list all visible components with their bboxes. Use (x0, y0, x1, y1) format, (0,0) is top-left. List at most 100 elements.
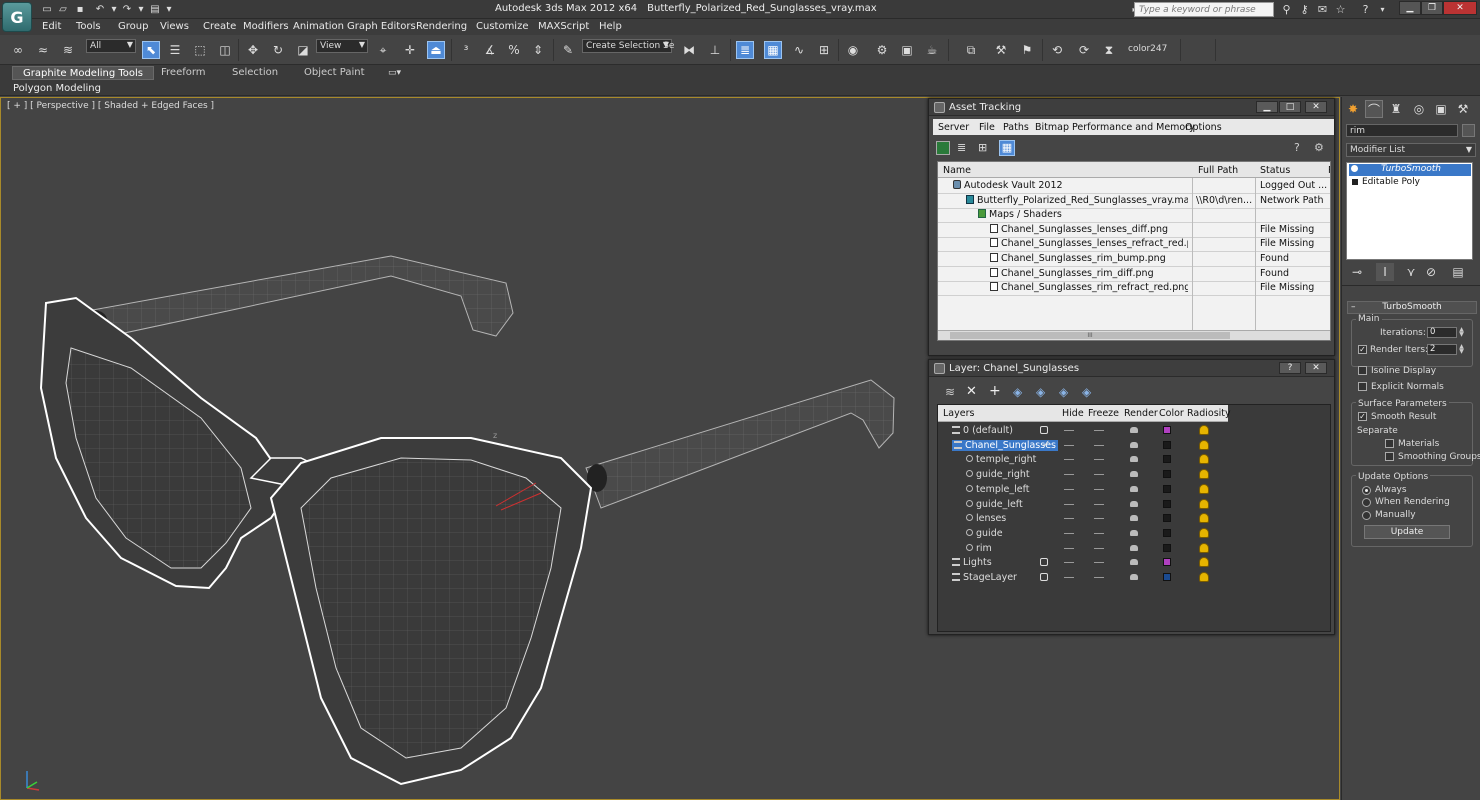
radiosity-icon[interactable] (1199, 483, 1209, 494)
hide-toggle[interactable] (1040, 573, 1048, 581)
display-tab-icon[interactable]: ▣ (1432, 100, 1450, 118)
render-production-icon[interactable]: ☕ (923, 41, 941, 59)
rendered-frame-window-icon[interactable]: ▣ (898, 41, 916, 59)
spinner-arrows-icon[interactable]: ▲ ▼ (1458, 344, 1465, 355)
dialog-close-button[interactable]: ✕ (1305, 362, 1327, 374)
render-teapot-icon[interactable] (1130, 574, 1138, 580)
table-view-icon[interactable]: ▦ (999, 140, 1015, 156)
vray-tool-2-icon[interactable]: ⟳ (1075, 41, 1093, 59)
menu-rendering[interactable]: Rendering (416, 21, 467, 32)
render-teapot-icon[interactable] (1130, 441, 1138, 448)
scene-explorer-icon[interactable]: ⧉ (962, 41, 980, 59)
mirror-icon[interactable]: ⧓ (680, 41, 698, 59)
layer-color-swatch[interactable] (1163, 528, 1171, 537)
freeze-dash[interactable] (1094, 562, 1104, 564)
window-crossing-icon[interactable]: ◫ (216, 41, 234, 59)
favorites-star-icon[interactable]: ☆ (1333, 2, 1348, 17)
extras-icon[interactable]: ⚒ (992, 41, 1010, 59)
col-p[interactable]: P (1328, 165, 1330, 176)
menu-tools[interactable]: Tools (76, 21, 101, 32)
spinner-arrows-icon[interactable]: ▲ ▼ (1458, 327, 1465, 338)
scroll-thumb[interactable]: III (950, 332, 1230, 339)
layer-row[interactable]: Lights (938, 556, 1228, 570)
hide-dash[interactable] (1064, 488, 1074, 490)
freeze-dash[interactable] (1094, 430, 1104, 431)
menu-create[interactable]: Create (203, 21, 236, 32)
minimize-button[interactable]: ▁ (1399, 1, 1421, 15)
new-file-icon[interactable]: ▭ (40, 2, 54, 16)
hide-all-layers-icon[interactable]: ◈ (1059, 385, 1068, 399)
render-teapot-icon[interactable] (1130, 471, 1138, 478)
layer-color-swatch[interactable] (1163, 455, 1171, 464)
table-row[interactable]: Chanel_Sunglasses_rim_bump.png Found (938, 252, 1330, 267)
object-row[interactable]: temple_left (938, 483, 1228, 497)
delete-layer-icon[interactable]: ✕ (966, 384, 977, 399)
smooth-result-checkbox[interactable]: ✓ (1358, 412, 1367, 421)
curve-editor-icon[interactable]: ∿ (790, 41, 808, 59)
col-radiosity[interactable]: Radiosity (1187, 408, 1231, 419)
remove-modifier-icon[interactable]: ⊘ (1422, 263, 1440, 281)
object-row[interactable]: guide_left (938, 498, 1228, 512)
asset-tracking-grid[interactable]: Name Full Path Status P Autodesk Vault 2… (937, 161, 1331, 341)
infocenter-search-input[interactable]: Type a keyword or phrase (1134, 2, 1274, 17)
radiosity-icon[interactable] (1199, 425, 1209, 435)
menu-customize[interactable]: Customize (476, 21, 529, 32)
menu-maxscript[interactable]: MAXScript (538, 21, 589, 32)
bulb-icon[interactable] (1351, 165, 1358, 172)
hide-dash[interactable] (1064, 547, 1074, 549)
open-file-icon[interactable]: ▱ (56, 2, 70, 16)
freeze-dash[interactable] (1094, 577, 1104, 578)
align-icon[interactable]: ⊥ (706, 41, 724, 59)
material-editor-icon[interactable]: ◉ (844, 41, 862, 59)
expand-icon[interactable] (1352, 179, 1358, 185)
menu-group[interactable]: Group (118, 21, 148, 32)
layer-list[interactable]: Layers Hide Freeze Render Color Radiosit… (937, 404, 1331, 632)
radiosity-icon[interactable] (1199, 557, 1209, 568)
asset-tracking-title-bar[interactable]: Asset Tracking ▁ □ ✕ (929, 99, 1334, 116)
pivot-center-icon[interactable]: ⌖ (374, 41, 392, 59)
spinner-snap-icon[interactable]: ⇕ (529, 41, 547, 59)
modifier-list-dropdown[interactable]: Modifier List ▼ (1346, 143, 1476, 157)
at-menu-bitmap-performance[interactable]: Bitmap Performance and Memory (1035, 122, 1195, 133)
qat-dropdown-icon[interactable]: ▾ (162, 2, 176, 16)
render-teapot-icon[interactable] (1130, 456, 1138, 463)
angle-snap-icon[interactable]: ∡ (481, 41, 499, 59)
freeze-dash[interactable] (1094, 488, 1104, 490)
layer-color-swatch[interactable] (1163, 440, 1171, 449)
menu-animation[interactable]: Animation (293, 21, 344, 32)
object-row[interactable]: guide_right (938, 468, 1228, 482)
layer-color-swatch[interactable] (1163, 499, 1171, 508)
object-row[interactable]: temple_right (938, 453, 1228, 467)
menu-help[interactable]: Help (599, 21, 622, 32)
dialog-help-button[interactable]: ? (1279, 362, 1301, 374)
radiosity-icon[interactable] (1199, 527, 1209, 538)
tree-view-icon[interactable]: ⊞ (978, 141, 992, 155)
select-and-move-icon[interactable]: ✥ (244, 41, 262, 59)
hide-dash[interactable] (1064, 444, 1074, 446)
redo-dropdown-icon[interactable]: ▾ (134, 2, 148, 16)
manually-radio[interactable] (1362, 511, 1371, 520)
radiosity-icon[interactable] (1199, 454, 1209, 465)
render-teapot-icon[interactable] (1130, 427, 1138, 433)
radiosity-icon[interactable] (1199, 469, 1209, 480)
render-teapot-icon[interactable] (1130, 500, 1138, 507)
help-icon[interactable]: ? (1358, 2, 1373, 17)
col-name[interactable]: Name (943, 165, 971, 176)
hide-dash[interactable] (1064, 503, 1074, 505)
freeze-dash[interactable] (1094, 444, 1104, 446)
menu-edit[interactable]: Edit (42, 21, 61, 32)
menu-graph-editors[interactable]: Graph Editors (347, 21, 416, 32)
horizontal-scrollbar[interactable]: III (938, 330, 1330, 340)
ribbon-options-icon[interactable]: ▭▾ (388, 68, 401, 78)
add-to-layer-icon[interactable]: + (989, 383, 1001, 399)
key-icon[interactable]: ⚷ (1297, 2, 1312, 17)
freeze-dash[interactable] (1094, 518, 1104, 520)
hide-dash[interactable] (1064, 459, 1074, 461)
object-name-field[interactable]: rim (1346, 124, 1458, 137)
menu-views[interactable]: Views (160, 21, 189, 32)
tab-selection[interactable]: Selection (222, 66, 288, 80)
project-folder-icon[interactable]: ▤ (148, 2, 162, 16)
modify-tab-icon[interactable]: ⌒ (1365, 100, 1383, 118)
hide-dash[interactable] (1064, 518, 1074, 520)
radiosity-icon[interactable] (1199, 542, 1209, 553)
